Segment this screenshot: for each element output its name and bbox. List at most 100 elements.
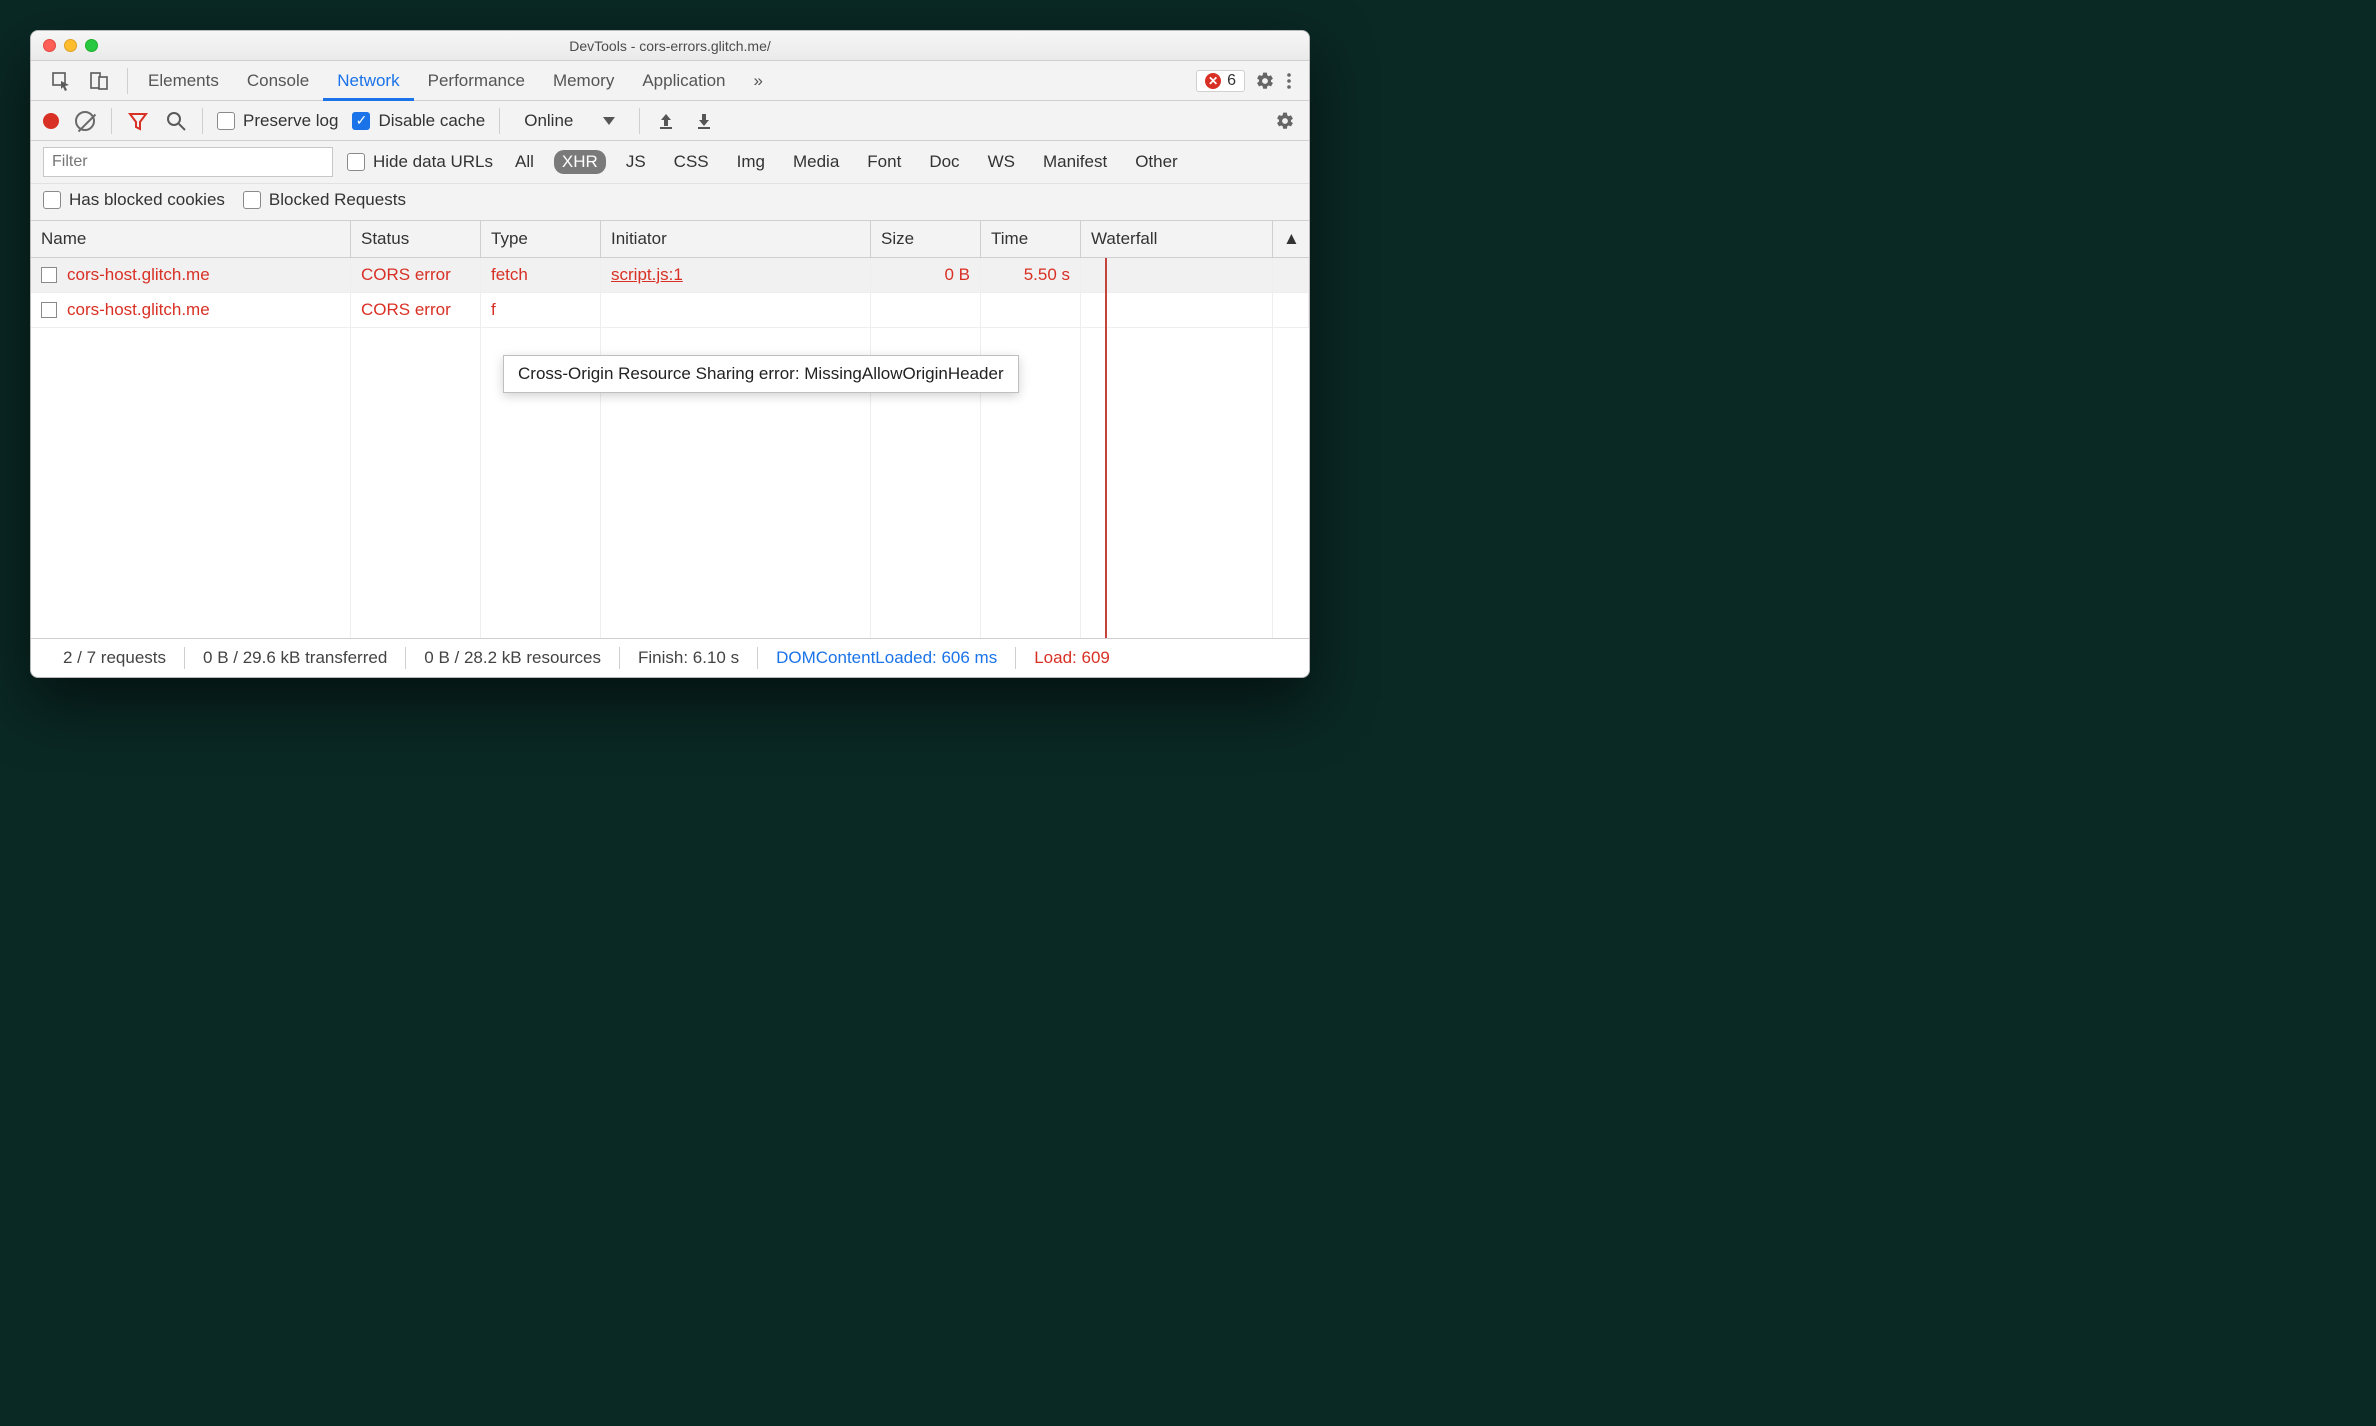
col-type[interactable]: Type — [481, 221, 601, 257]
devtools-window: DevTools - cors-errors.glitch.me/ Elemen… — [30, 30, 1310, 678]
chip-media[interactable]: Media — [785, 150, 847, 174]
throttling-select[interactable]: Online — [514, 108, 625, 134]
record-button[interactable] — [43, 113, 59, 129]
cell-size — [871, 293, 981, 327]
window-title: DevTools - cors-errors.glitch.me/ — [31, 38, 1309, 54]
requests-table: Name Status Type Initiator Size Time Wat… — [31, 221, 1309, 638]
col-name[interactable]: Name — [31, 221, 351, 257]
cell-initiator[interactable]: script.js:1 — [601, 258, 871, 292]
settings-icon[interactable] — [1253, 69, 1277, 93]
inspect-element-icon[interactable] — [49, 69, 73, 93]
toolbar-separator-4 — [639, 108, 640, 134]
status-transferred: 0 B / 29.6 kB transferred — [185, 648, 405, 668]
cell-pad — [1273, 293, 1309, 327]
cell-initiator — [601, 293, 871, 327]
tab-elements[interactable]: Elements — [134, 61, 233, 100]
cell-status: CORS error — [351, 258, 481, 292]
upload-har-icon[interactable] — [654, 109, 678, 133]
chip-xhr[interactable]: XHR — [554, 150, 606, 174]
chip-all[interactable]: All — [507, 150, 542, 174]
cell-waterfall — [1081, 293, 1273, 327]
cell-time — [981, 293, 1081, 327]
chip-ws[interactable]: WS — [980, 150, 1023, 174]
hide-data-urls-checkbox[interactable]: Hide data URLs — [347, 152, 493, 172]
status-requests: 2 / 7 requests — [45, 648, 184, 668]
status-load: Load: 609 — [1016, 648, 1128, 668]
col-status[interactable]: Status — [351, 221, 481, 257]
network-settings-icon[interactable] — [1273, 109, 1297, 133]
status-tooltip: Cross-Origin Resource Sharing error: Mis… — [503, 355, 1019, 393]
disable-cache-checkbox[interactable]: ✓ Disable cache — [352, 111, 485, 131]
resource-type-chips: All XHR JS CSS Img Media Font Doc WS Man… — [507, 150, 1186, 174]
window-titlebar: DevTools - cors-errors.glitch.me/ — [31, 31, 1309, 61]
filter-row: Hide data URLs All XHR JS CSS Img Media … — [31, 141, 1309, 184]
toolbar-separator — [111, 108, 112, 134]
checkbox-icon — [43, 191, 61, 209]
col-initiator[interactable]: Initiator — [601, 221, 871, 257]
col-size[interactable]: Size — [871, 221, 981, 257]
filter-row-2: Has blocked cookies Blocked Requests — [31, 184, 1309, 221]
more-menu-icon[interactable] — [1277, 69, 1301, 93]
filter-input[interactable] — [43, 147, 333, 177]
status-resources: 0 B / 28.2 kB resources — [406, 648, 619, 668]
panel-tabs: Elements Console Network Performance Mem… — [31, 61, 1309, 101]
cell-status: CORS error — [351, 293, 481, 327]
cell-pad — [1273, 258, 1309, 292]
checkbox-icon — [347, 153, 365, 171]
cell-name: cors-host.glitch.me — [31, 293, 351, 327]
cell-size: 0 B — [871, 258, 981, 292]
table-row[interactable]: cors-host.glitch.me CORS error fetch scr… — [31, 258, 1309, 293]
chip-js[interactable]: JS — [618, 150, 654, 174]
cell-name: cors-host.glitch.me — [31, 258, 351, 292]
cell-waterfall — [1081, 258, 1273, 292]
cell-type: f — [481, 293, 601, 327]
device-toolbar-icon[interactable] — [87, 69, 111, 93]
chip-img[interactable]: Img — [729, 150, 773, 174]
hide-data-urls-label: Hide data URLs — [373, 152, 493, 172]
cell-type: fetch — [481, 258, 601, 292]
tabs-divider — [127, 68, 128, 94]
status-finish: Finish: 6.10 s — [620, 648, 757, 668]
chip-css[interactable]: CSS — [666, 150, 717, 174]
tab-performance[interactable]: Performance — [414, 61, 539, 100]
blocked-requests-checkbox[interactable]: Blocked Requests — [243, 190, 406, 210]
checkbox-icon — [243, 191, 261, 209]
chip-manifest[interactable]: Manifest — [1035, 150, 1115, 174]
tab-network[interactable]: Network — [323, 61, 413, 100]
status-domcontentloaded: DOMContentLoaded: 606 ms — [758, 648, 1015, 668]
checkbox-icon — [217, 112, 235, 130]
status-bar: 2 / 7 requests 0 B / 29.6 kB transferred… — [31, 638, 1309, 677]
col-waterfall[interactable]: Waterfall — [1081, 221, 1273, 257]
tabs-overflow[interactable]: » — [740, 61, 777, 100]
tabs-left-icons — [39, 69, 121, 93]
preserve-log-checkbox[interactable]: Preserve log — [217, 111, 338, 131]
col-sort-indicator[interactable]: ▲ — [1273, 221, 1309, 257]
error-icon: ✕ — [1205, 73, 1221, 89]
chip-font[interactable]: Font — [859, 150, 909, 174]
has-blocked-cookies-checkbox[interactable]: Has blocked cookies — [43, 190, 225, 210]
chevron-down-icon — [603, 117, 615, 125]
disable-cache-label: Disable cache — [378, 111, 485, 131]
chip-doc[interactable]: Doc — [921, 150, 967, 174]
checkbox-checked-icon: ✓ — [352, 112, 370, 130]
toolbar-separator-3 — [499, 108, 500, 134]
network-toolbar: Preserve log ✓ Disable cache Online — [31, 101, 1309, 141]
row-checkbox-icon — [41, 267, 57, 283]
tab-console[interactable]: Console — [233, 61, 323, 100]
row-checkbox-icon — [41, 302, 57, 318]
search-icon[interactable] — [164, 109, 188, 133]
chip-other[interactable]: Other — [1127, 150, 1186, 174]
tab-application[interactable]: Application — [628, 61, 739, 100]
error-count: 6 — [1227, 72, 1236, 90]
col-time[interactable]: Time — [981, 221, 1081, 257]
clear-button[interactable] — [73, 109, 97, 133]
table-row[interactable]: cors-host.glitch.me CORS error f — [31, 293, 1309, 328]
download-har-icon[interactable] — [692, 109, 716, 133]
tab-memory[interactable]: Memory — [539, 61, 628, 100]
console-errors-badge[interactable]: ✕ 6 — [1196, 70, 1245, 92]
toolbar-separator-2 — [202, 108, 203, 134]
table-header: Name Status Type Initiator Size Time Wat… — [31, 221, 1309, 258]
filter-toggle-icon[interactable] — [126, 109, 150, 133]
has-blocked-cookies-label: Has blocked cookies — [69, 190, 225, 210]
cell-time: 5.50 s — [981, 258, 1081, 292]
